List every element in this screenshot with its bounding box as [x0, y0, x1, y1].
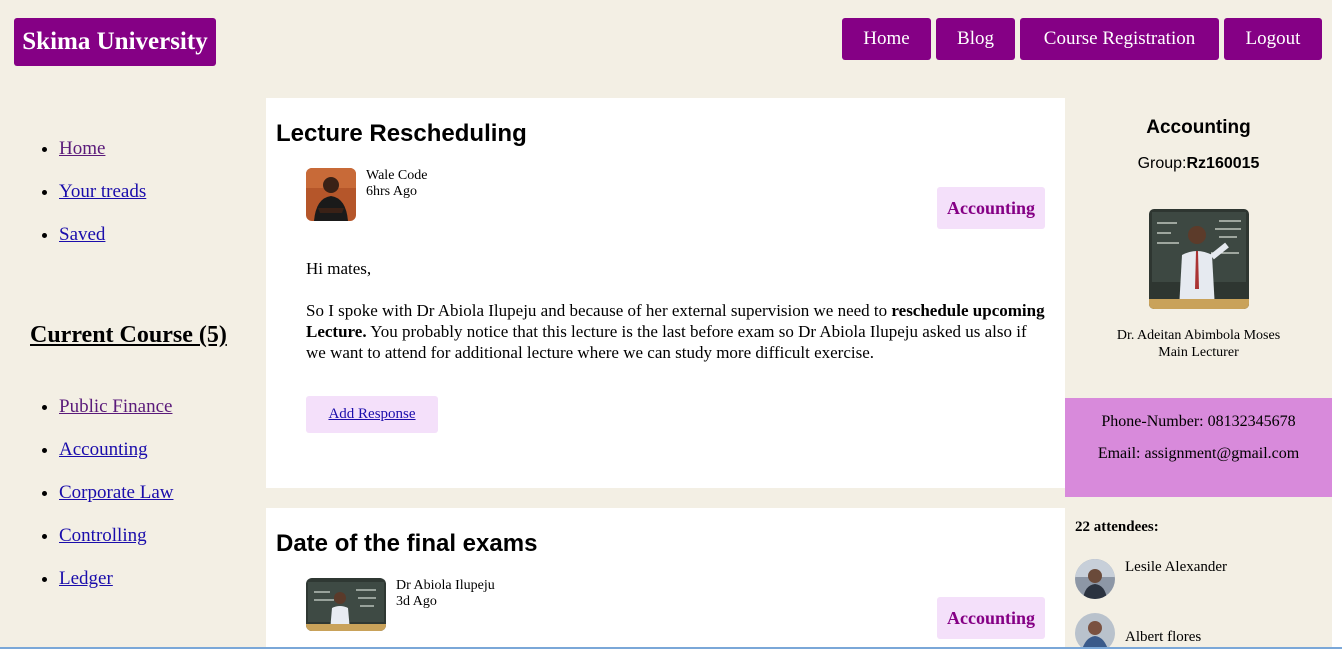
group-info: Group:Rz160015	[1065, 155, 1332, 173]
course-link-public-finance[interactable]: Public Finance	[59, 396, 172, 417]
phone-number: Phone-Number: 08132345678	[1101, 413, 1296, 430]
post-card: Date of the final exams Dr Abiola Ilupej…	[266, 508, 1065, 649]
scrollbar-track[interactable]	[1332, 0, 1342, 649]
author-avatar	[306, 168, 356, 221]
current-course-heading: Current Course (5)	[30, 322, 227, 348]
course-link-ledger[interactable]: Ledger	[59, 568, 113, 589]
attendee-avatar	[1075, 559, 1115, 599]
course-list: Public Finance Accounting Corporate Law …	[0, 396, 173, 611]
nav-course-registration-button[interactable]: Course Registration	[1020, 18, 1219, 60]
attendee-item[interactable]: Albert flores	[1075, 613, 1201, 649]
add-response-link[interactable]: Add Response	[328, 406, 415, 423]
nav-logout-button[interactable]: Logout	[1224, 18, 1322, 60]
post-body: Hi mates, So I spoke with Dr Abiola Ilup…	[306, 258, 1046, 363]
top-nav: Home Blog Course Registration Logout	[842, 18, 1322, 60]
post-text: So I spoke with Dr Abiola Ilupeju and be…	[306, 301, 892, 320]
lecturer-info: Dr. Adeitan Abimbola Moses Main Lecturer	[1065, 327, 1332, 361]
course-link-corporate-law[interactable]: Corporate Law	[59, 482, 173, 503]
post-author: Wale Code 6hrs Ago	[366, 168, 427, 200]
contact-box: Phone-Number: 08132345678 Email: assignm…	[1065, 398, 1332, 497]
course-item: Controlling	[59, 525, 173, 568]
post-text: You probably notice that this lecture is…	[306, 322, 1027, 362]
post-time: 6hrs Ago	[366, 184, 417, 199]
course-item: Ledger	[59, 568, 173, 611]
sidebar-links: Home Your treads Saved	[0, 138, 146, 267]
lecturer-role: Main Lecturer	[1158, 345, 1239, 360]
sidebar-item-home: Home	[59, 138, 146, 181]
add-response-button[interactable]: Add Response	[306, 396, 438, 433]
sidebar-link-saved[interactable]: Saved	[59, 224, 105, 245]
group-label: Group:	[1137, 155, 1187, 172]
brand-logo[interactable]: Skima University	[14, 18, 216, 66]
attendee-name: Lesile Alexander	[1125, 559, 1228, 575]
course-tag[interactable]: Accounting	[936, 187, 1045, 229]
lecturer-photo	[1148, 209, 1249, 309]
course-link-accounting[interactable]: Accounting	[59, 439, 148, 460]
course-link-controlling[interactable]: Controlling	[59, 525, 147, 546]
course-info-panel: Accounting Group:Rz160015 Dr. Adeitan Ab…	[1065, 98, 1332, 649]
sidebar-item-your-treads: Your treads	[59, 181, 146, 224]
post-card: Lecture Rescheduling Wale Code 6hrs Ago …	[266, 98, 1065, 488]
course-item: Public Finance	[59, 396, 173, 439]
post-time: 3d Ago	[396, 594, 437, 609]
attendee-name: Albert flores	[1125, 629, 1202, 645]
group-value: Rz160015	[1186, 155, 1260, 172]
attendee-avatar	[1075, 613, 1115, 649]
course-item: Accounting	[59, 439, 173, 482]
author-avatar	[306, 578, 386, 631]
attendee-item[interactable]: Lesile Alexander	[1075, 559, 1227, 599]
sidebar-link-home[interactable]: Home	[59, 138, 105, 159]
post-title[interactable]: Date of the final exams	[276, 530, 537, 558]
post-author: Dr Abiola Ilupeju 3d Ago	[396, 578, 495, 610]
course-tag[interactable]: Accounting	[936, 597, 1045, 639]
lecturer-name: Dr. Adeitan Abimbola Moses	[1116, 328, 1281, 343]
post-title[interactable]: Lecture Rescheduling	[276, 120, 527, 148]
post-greeting: Hi mates,	[306, 259, 372, 278]
email-address: Email: assignment@gmail.com	[1097, 445, 1300, 462]
author-name[interactable]: Dr Abiola Ilupeju	[396, 578, 495, 594]
sidebar-link-your-treads[interactable]: Your treads	[59, 181, 146, 202]
author-name[interactable]: Wale Code	[366, 168, 427, 184]
course-item: Corporate Law	[59, 482, 173, 525]
sidebar-item-saved: Saved	[59, 224, 146, 267]
attendees-heading: 22 attendees:	[1075, 519, 1159, 535]
post-paragraph: So I spoke with Dr Abiola Ilupeju and be…	[306, 300, 1046, 363]
nav-home-button[interactable]: Home	[842, 18, 931, 60]
nav-blog-button[interactable]: Blog	[936, 18, 1015, 60]
course-name: Accounting	[1146, 117, 1251, 138]
